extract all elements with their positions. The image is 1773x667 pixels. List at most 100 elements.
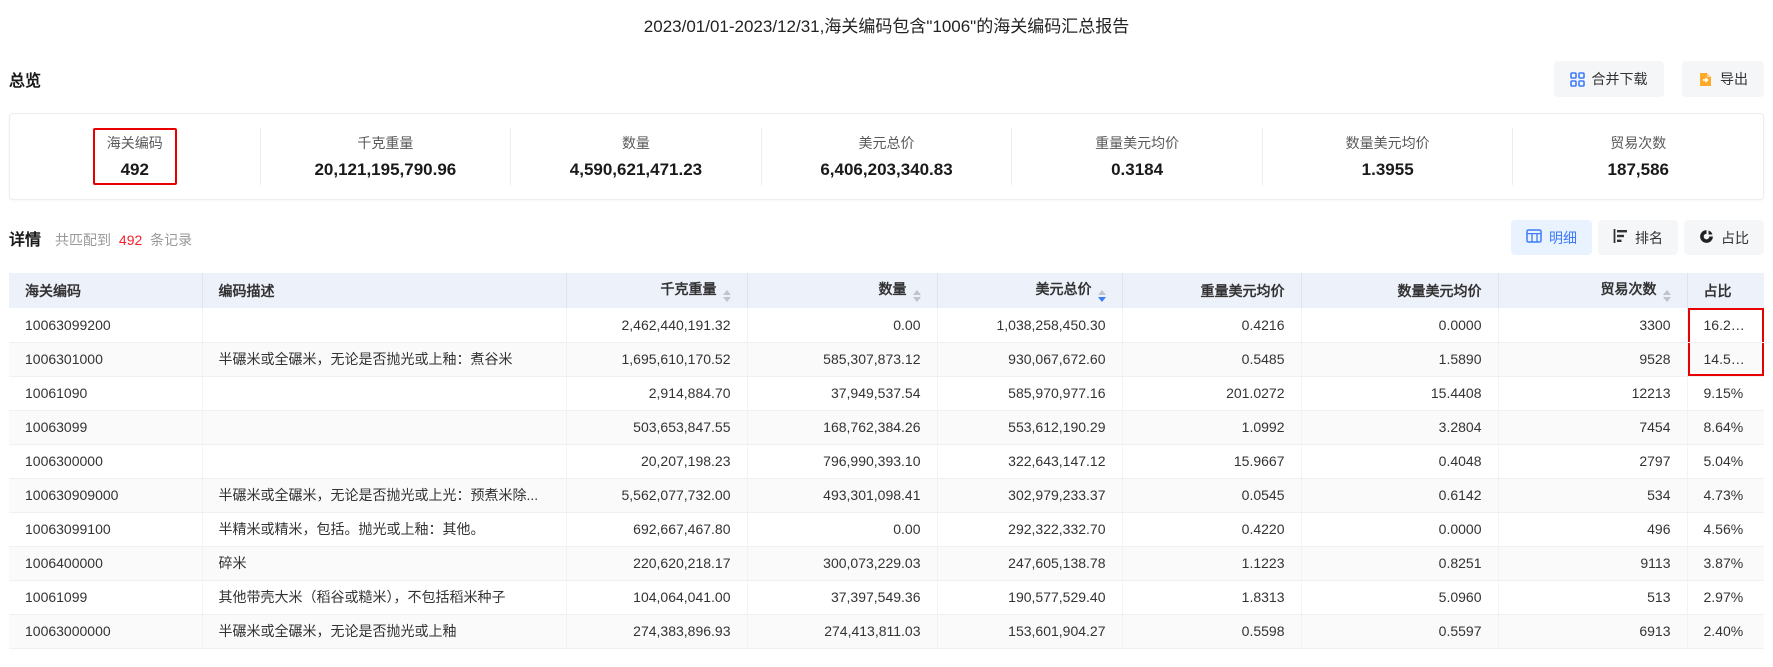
cell-kg-weight: 5,562,077,732.00 [566, 478, 747, 512]
sort-asc-icon[interactable] [723, 290, 731, 295]
stat-item-kg-weight: 千克重量20,121,195,790.96 [260, 128, 511, 185]
sort-desc-icon[interactable] [913, 297, 921, 302]
sort-carets-icon[interactable] [1098, 290, 1106, 302]
cell-usd-total: 930,067,672.60 [937, 342, 1122, 376]
table-row: 100610902,914,884.7037,949,537.54585,970… [9, 376, 1764, 410]
cell-share: 8.64% [1687, 410, 1764, 444]
table-row: 1006400000碎米220,620,218.17300,073,229.03… [9, 546, 1764, 580]
view-button-share[interactable]: 占比 [1684, 220, 1764, 255]
column-header-label: 数量美元均价 [1398, 283, 1482, 299]
cell-quantity: 300,073,229.03 [747, 546, 937, 580]
cell-hs-code: 10063000000 [9, 614, 202, 648]
sort-asc-icon[interactable] [913, 290, 921, 295]
column-header-share: 占比 [1687, 273, 1764, 308]
cell-trade-count: 513 [1498, 580, 1687, 614]
cell-quantity: 585,307,873.12 [747, 342, 937, 376]
cell-usd-total: 153,601,904.27 [937, 614, 1122, 648]
cell-share: 5.04% [1687, 444, 1764, 478]
sort-asc-icon[interactable] [1663, 290, 1671, 295]
cell-trade-count: 9528 [1498, 342, 1687, 376]
export-label: 导出 [1720, 69, 1748, 89]
match-summary: 共匹配到 492 条记录 [55, 230, 192, 250]
overview-actions: 合并下载 导出 [1554, 61, 1764, 97]
sort-asc-icon[interactable] [1098, 290, 1106, 295]
column-header-label: 编码描述 [219, 283, 275, 299]
stat-value-quantity: 4,590,621,471.23 [570, 160, 702, 180]
cell-description: 半碾米或全碾米，无论是否抛光或上光：预煮米除... [202, 478, 566, 512]
cell-usd-per-kg: 0.4216 [1122, 308, 1301, 342]
cell-trade-count: 3300 [1498, 308, 1687, 342]
ranking-icon [1613, 229, 1628, 246]
column-header-description: 编码描述 [202, 273, 566, 308]
stat-label-quantity: 数量 [570, 133, 702, 153]
cell-usd-total: 247,605,138.78 [937, 546, 1122, 580]
cell-hs-code: 10063099100 [9, 512, 202, 546]
cell-quantity: 37,397,549.36 [747, 580, 937, 614]
cell-description: 半精米或精米，包括。抛光或上釉：其他。 [202, 512, 566, 546]
cell-usd-per-qty: 5.0960 [1301, 580, 1498, 614]
cell-quantity: 274,413,811.03 [747, 614, 937, 648]
sort-desc-icon[interactable] [1098, 297, 1106, 302]
export-file-icon [1698, 72, 1713, 87]
match-prefix: 共匹配到 [55, 232, 111, 248]
stat-value-hs-code: 492 [107, 160, 163, 180]
column-header-usd-total[interactable]: 美元总价 [937, 273, 1122, 308]
export-button[interactable]: 导出 [1682, 61, 1764, 97]
cell-usd-total: 553,612,190.29 [937, 410, 1122, 444]
stat-box: 数量 4,590,621,471.23 [556, 128, 716, 185]
column-header-label: 贸易次数 [1601, 281, 1657, 297]
view-button-ranking[interactable]: 排名 [1598, 220, 1678, 255]
cell-kg-weight: 220,620,218.17 [566, 546, 747, 580]
view-button-detail[interactable]: 明细 [1511, 220, 1592, 255]
cell-description [202, 376, 566, 410]
cell-usd-per-kg: 15.9667 [1122, 444, 1301, 478]
cell-share: 16.21% [1687, 308, 1764, 342]
cell-usd-per-qty: 0.0000 [1301, 512, 1498, 546]
view-button-detail-label: 明细 [1549, 228, 1577, 248]
cell-hs-code: 1006400000 [9, 546, 202, 580]
cell-usd-per-qty: 0.5597 [1301, 614, 1498, 648]
page-title: 2023/01/01-2023/12/31,海关编码包含"1006"的海关编码汇… [9, 8, 1764, 47]
cell-kg-weight: 2,462,440,191.32 [566, 308, 747, 342]
cell-usd-per-kg: 0.0545 [1122, 478, 1301, 512]
sort-carets-icon[interactable] [723, 290, 731, 302]
cell-quantity: 37,949,537.54 [747, 376, 937, 410]
column-header-kg-weight[interactable]: 千克重量 [566, 273, 747, 308]
detail-table: 海关编码编码描述千克重量数量美元总价重量美元均价数量美元均价贸易次数占比 100… [9, 273, 1764, 649]
merge-download-button[interactable]: 合并下载 [1554, 61, 1664, 97]
column-header-trade-count[interactable]: 贸易次数 [1498, 273, 1687, 308]
sort-carets-icon[interactable] [1663, 290, 1671, 302]
sort-carets-icon[interactable] [913, 290, 921, 302]
cell-kg-weight: 274,383,896.93 [566, 614, 747, 648]
column-header-label: 海关编码 [25, 283, 81, 299]
view-button-share-label: 占比 [1721, 228, 1749, 248]
sort-desc-icon[interactable] [723, 297, 731, 302]
cell-usd-per-kg: 1.8313 [1122, 580, 1301, 614]
cell-usd-per-kg: 1.0992 [1122, 410, 1301, 444]
cell-description: 碎米 [202, 546, 566, 580]
column-header-label: 千克重量 [661, 281, 717, 297]
cell-kg-weight: 2,914,884.70 [566, 376, 747, 410]
column-header-label: 占比 [1704, 283, 1732, 299]
cell-share: 14.52% [1687, 342, 1764, 376]
stat-value-usd-per-kg: 0.3184 [1095, 160, 1179, 180]
cell-trade-count: 12213 [1498, 376, 1687, 410]
cell-usd-per-qty: 3.2804 [1301, 410, 1498, 444]
cell-hs-code: 10063099200 [9, 308, 202, 342]
overview-header: 总览 合并下载 [9, 61, 1764, 97]
view-button-ranking-label: 排名 [1635, 228, 1663, 248]
stat-box: 美元总价6,406,203,340.83 [806, 128, 966, 185]
column-header-quantity[interactable]: 数量 [747, 273, 937, 308]
stat-value-kg-weight: 20,121,195,790.96 [314, 160, 456, 180]
cell-usd-total: 322,643,147.12 [937, 444, 1122, 478]
page: 2023/01/01-2023/12/31,海关编码包含"1006"的海关编码汇… [0, 0, 1773, 649]
cell-usd-total: 190,577,529.40 [937, 580, 1122, 614]
cell-share: 4.73% [1687, 478, 1764, 512]
stat-box: 贸易次数187,586 [1594, 128, 1683, 185]
column-header-label: 美元总价 [1036, 281, 1092, 297]
overview-stats: 海关编码492千克重量20,121,195,790.96数量4,590,621,… [9, 113, 1764, 200]
table-row: 100630000020,207,198.23796,990,393.10322… [9, 444, 1764, 478]
sort-desc-icon[interactable] [1663, 297, 1671, 302]
cell-usd-per-kg: 0.5485 [1122, 342, 1301, 376]
stat-label-usd-total: 美元总价 [820, 133, 952, 153]
